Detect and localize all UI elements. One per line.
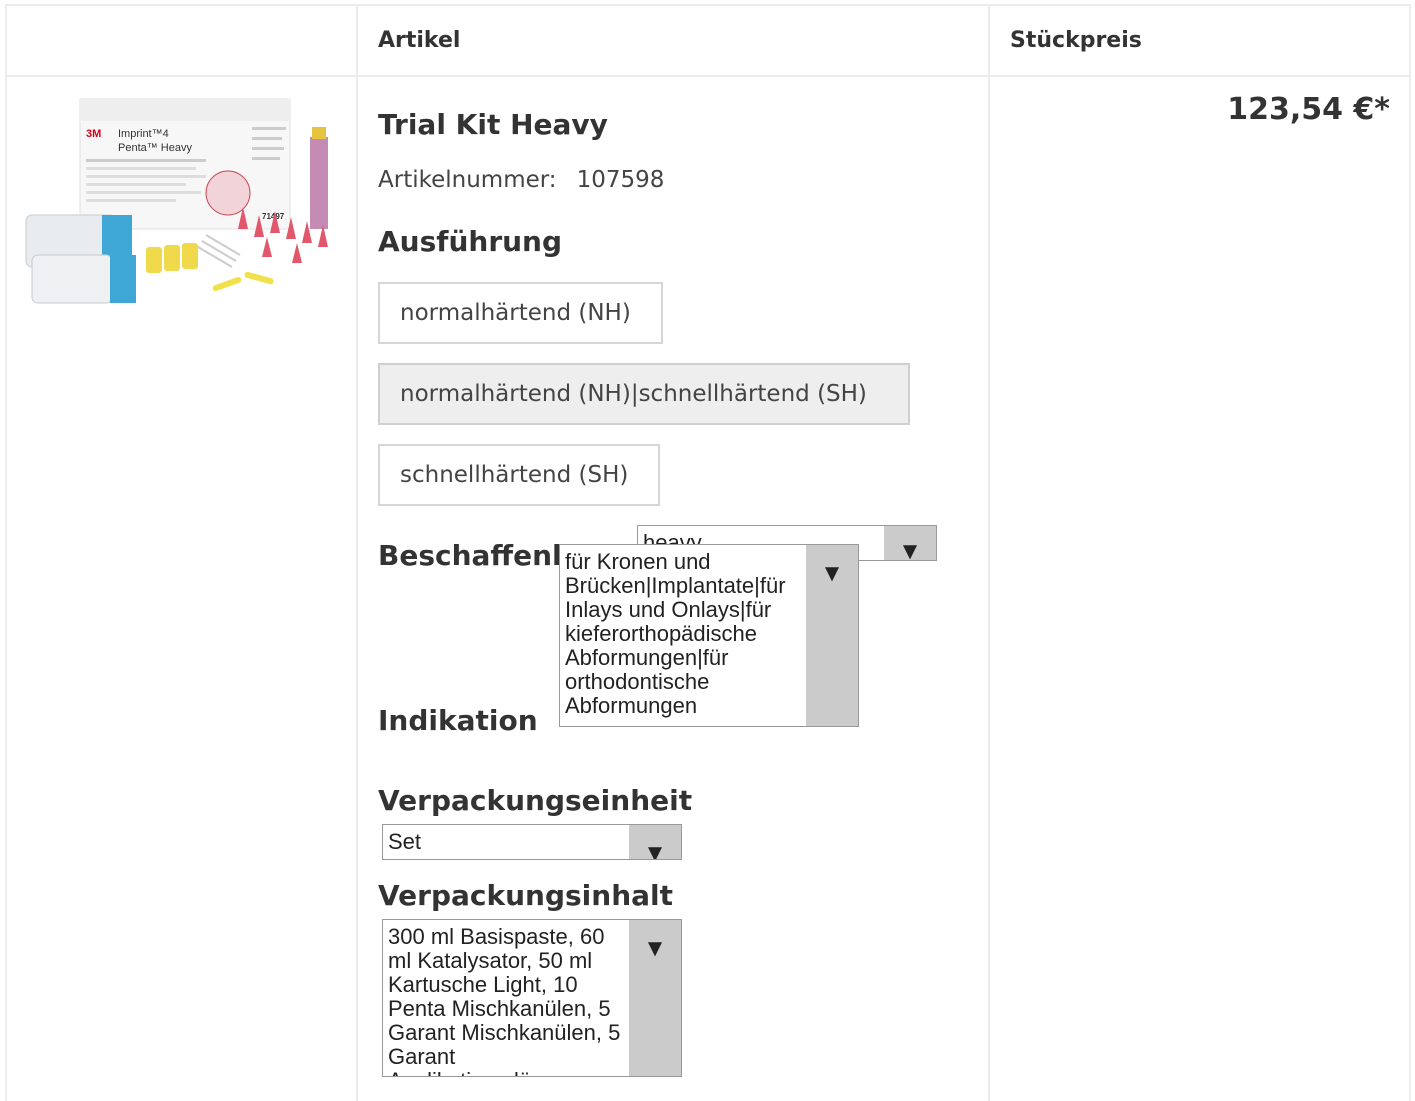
indikation-select-value: für Kronen und Brücken|Implantate|für In… [565, 549, 792, 718]
article-number-value: 107598 [576, 167, 665, 193]
unit-price: 123,54 €* [1227, 92, 1390, 127]
column-header-unit-price: Stückpreis [1010, 28, 1142, 53]
column-header-article: Artikel [378, 28, 461, 53]
table-col-divider-1 [356, 4, 358, 1101]
indikation-label: Indikation [378, 704, 538, 737]
table-right-border [1409, 4, 1411, 1101]
chevron-down-icon[interactable]: ▼ [806, 545, 858, 726]
product-title: Trial Kit Heavy [378, 108, 608, 141]
image-line2-text: Penta™ Heavy [118, 142, 192, 154]
table-top-border [5, 4, 1411, 6]
verpackungsinhalt-select-value: 300 ml Basispaste, 60 ml Katalysator, 50… [388, 924, 621, 1077]
article-number-label: Artikelnummer: [378, 167, 557, 193]
table-header-divider [5, 75, 1411, 77]
article-number-row: Artikelnummer: 107598 [378, 167, 664, 193]
verpackungseinheit-select-value: Set [388, 829, 422, 854]
chevron-down-icon[interactable]: ▼ [629, 920, 681, 1076]
table-col-divider-2 [988, 4, 990, 1101]
ausfuehrung-option-sh[interactable]: schnellhärtend (SH) [378, 444, 660, 506]
verpackungsinhalt-select[interactable]: 300 ml Basispaste, 60 ml Katalysator, 50… [382, 919, 682, 1077]
chevron-down-icon[interactable]: ▼ [629, 825, 681, 859]
ausfuehrung-option-nh-sh[interactable]: normalhärtend (NH)|schnellhärtend (SH) [378, 363, 910, 425]
ausfuehrung-label: Ausführung [378, 225, 563, 258]
verpackungseinheit-label: Verpackungseinheit [378, 784, 693, 817]
chevron-down-icon[interactable]: ▼ [884, 526, 936, 560]
verpackungseinheit-select[interactable]: Set ▼ [382, 824, 682, 860]
image-line1-text: Imprint™4 [118, 128, 169, 140]
ausfuehrung-option-nh[interactable]: normalhärtend (NH) [378, 282, 663, 344]
image-brand-text: 3M [86, 128, 101, 140]
verpackungsinhalt-label: Verpackungsinhalt [378, 879, 674, 912]
indikation-select[interactable]: für Kronen und Brücken|Implantate|für In… [559, 544, 859, 727]
table-left-border [5, 4, 7, 1101]
product-image[interactable]: 3M Imprint™4 Penta™ Heavy 71497 [22, 97, 338, 307]
